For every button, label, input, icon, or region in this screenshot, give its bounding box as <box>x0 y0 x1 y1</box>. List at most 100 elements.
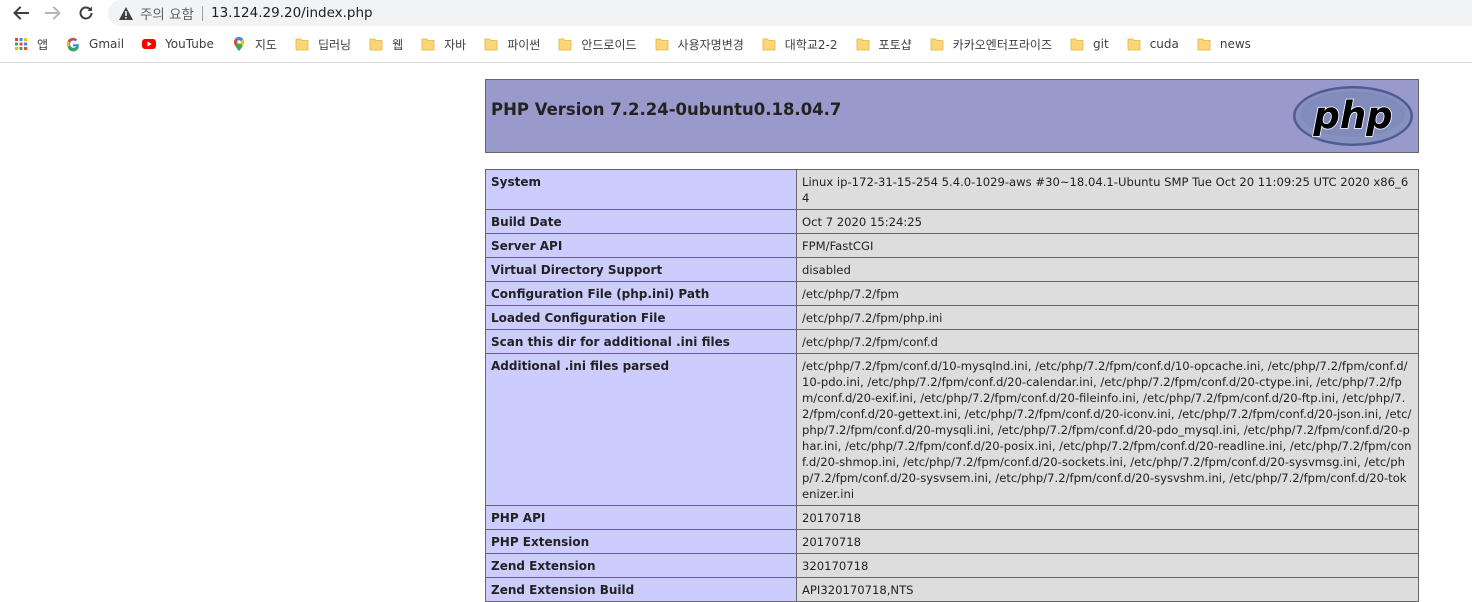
row-value: 20170718 <box>796 505 1419 530</box>
bookmark-label: 파이썬 <box>507 37 541 52</box>
forward-button[interactable] <box>42 2 64 24</box>
row-key: Virtual Directory Support <box>485 257 797 282</box>
browser-toolbar: 주의 요함 13.124.29.20/index.php <box>0 0 1472 26</box>
row-value: /etc/php/7.2/fpm/conf.d/10-mysqlnd.ini, … <box>796 353 1419 506</box>
bookmark-label: git <box>1093 37 1109 51</box>
folder-icon <box>294 36 310 52</box>
bookmark-label: 안드로이드 <box>581 37 637 52</box>
bookmark-label: 웹 <box>392 37 404 52</box>
bookmark-gmail[interactable]: Gmail <box>65 32 124 56</box>
folder-icon <box>420 36 436 52</box>
bookmark-maps[interactable]: 지도 <box>231 32 277 56</box>
warning-icon[interactable] <box>118 5 134 21</box>
bookmark-folder[interactable]: git <box>1069 32 1109 56</box>
bookmark-label: 딥러닝 <box>317 37 352 52</box>
row-key: Zend Extension Build <box>485 577 797 602</box>
arrow-right-icon <box>45 6 61 20</box>
row-key: Zend Extension <box>485 553 797 578</box>
table-row: System Linux ip-172-31-15-254 5.4.0-1029… <box>485 169 1419 210</box>
bookmark-youtube[interactable]: YouTube <box>141 32 214 56</box>
security-status-text[interactable]: 주의 요함 <box>140 3 194 23</box>
back-button[interactable] <box>10 2 32 24</box>
row-key: Scan this dir for additional .ini files <box>485 329 797 354</box>
bookmark-folder[interactable]: 웹 <box>368 32 403 56</box>
bookmark-folder[interactable]: 파이썬 <box>483 32 540 56</box>
folder-icon <box>929 36 945 52</box>
page-title: PHP Version 7.2.24-0ubuntu0.18.04.7 <box>491 100 842 119</box>
chrome-divider <box>0 62 1472 63</box>
table-row: Zend Extension Build API320170718,NTS <box>485 577 1419 602</box>
bookmark-folder[interactable]: cuda <box>1126 32 1179 56</box>
row-value: /etc/php/7.2/fpm <box>796 281 1419 306</box>
url-text[interactable]: 13.124.29.20/index.php <box>211 5 373 21</box>
php-version-header: PHP Version 7.2.24-0ubuntu0.18.04.7 php <box>485 79 1419 153</box>
row-value: Oct 7 2020 15:24:25 <box>796 209 1419 234</box>
folder-icon <box>855 36 871 52</box>
row-value: /etc/php/7.2/fpm/php.ini <box>796 305 1419 330</box>
bookmark-folder[interactable]: 자바 <box>420 32 466 56</box>
row-key: Build Date <box>485 209 797 234</box>
arrow-left-icon <box>13 6 29 20</box>
php-logo-text: php <box>1312 94 1392 137</box>
google-icon <box>65 36 81 52</box>
address-bar[interactable]: 주의 요함 13.124.29.20/index.php <box>108 0 1472 26</box>
folder-icon <box>368 36 384 52</box>
table-row: Additional .ini files parsed /etc/php/7.… <box>485 353 1419 506</box>
table-row: PHP API 20170718 <box>485 505 1419 530</box>
bookmark-label: 앱 <box>37 37 49 52</box>
bookmark-label: 사용자명변경 <box>677 37 744 52</box>
table-row: Zend Extension 320170718 <box>485 553 1419 578</box>
row-key: PHP API <box>485 505 797 530</box>
apps-grid-icon <box>13 36 29 52</box>
bookmark-label: 카카오엔터프라이즈 <box>952 37 1053 52</box>
bookmark-label: news <box>1219 37 1251 51</box>
youtube-icon <box>141 36 157 52</box>
bookmark-folder[interactable]: 포토샵 <box>855 32 912 56</box>
table-row: Virtual Directory Support disabled <box>485 257 1419 282</box>
bookmark-label: 포토샵 <box>878 37 912 52</box>
row-value: FPM/FastCGI <box>796 233 1419 258</box>
reload-button[interactable] <box>75 2 97 24</box>
bookmark-label: YouTube <box>165 37 214 51</box>
folder-icon <box>483 36 499 52</box>
folder-icon <box>761 36 777 52</box>
table-row: Build Date Oct 7 2020 15:24:25 <box>485 209 1419 234</box>
table-row: Server API FPM/FastCGI <box>485 233 1419 258</box>
table-row: Configuration File (php.ini) Path /etc/p… <box>485 281 1419 306</box>
row-key: Server API <box>485 233 797 258</box>
table-row: Scan this dir for additional .ini files … <box>485 329 1419 354</box>
bookmark-label: 대학교2-2 <box>784 37 838 52</box>
table-row: PHP Extension 20170718 <box>485 529 1419 554</box>
bookmark-folder[interactable]: 안드로이드 <box>557 32 637 56</box>
folder-icon <box>1126 36 1142 52</box>
row-value: Linux ip-172-31-15-254 5.4.0-1029-aws #3… <box>796 169 1419 210</box>
row-value: 20170718 <box>796 529 1419 554</box>
row-value: 320170718 <box>796 553 1419 578</box>
table-row: Loaded Configuration File /etc/php/7.2/f… <box>485 305 1419 330</box>
bookmark-folder[interactable]: news <box>1196 32 1251 56</box>
bookmark-label: 지도 <box>254 37 277 52</box>
row-value: /etc/php/7.2/fpm/conf.d <box>796 329 1419 354</box>
row-value: API320170718,NTS <box>796 577 1419 602</box>
bookmark-label: cuda <box>1149 37 1179 51</box>
php-logo[interactable]: php <box>1292 85 1414 147</box>
row-key: Additional .ini files parsed <box>485 353 797 506</box>
bookmarks-bar: 앱 Gmail YouTube 지도 딥러닝 웹 자바 파이썬 안드로이드 사용… <box>0 30 1472 58</box>
bookmark-label: 자바 <box>444 37 467 52</box>
row-key: PHP Extension <box>485 529 797 554</box>
row-value: disabled <box>796 257 1419 282</box>
maps-pin-icon <box>231 36 247 52</box>
bookmark-folder[interactable]: 사용자명변경 <box>654 32 744 56</box>
bookmark-folder[interactable]: 대학교2-2 <box>761 32 838 56</box>
row-key: System <box>485 169 797 210</box>
row-key: Configuration File (php.ini) Path <box>485 281 797 306</box>
bookmark-folder[interactable]: 딥러닝 <box>294 32 351 56</box>
bookmark-apps[interactable]: 앱 <box>13 32 48 56</box>
bookmark-label: Gmail <box>89 37 125 51</box>
folder-icon <box>1069 36 1085 52</box>
folder-icon <box>557 36 573 52</box>
folder-icon <box>1196 36 1212 52</box>
php-info-table: System Linux ip-172-31-15-254 5.4.0-1029… <box>485 169 1419 602</box>
row-key: Loaded Configuration File <box>485 305 797 330</box>
bookmark-folder[interactable]: 카카오엔터프라이즈 <box>929 32 1052 56</box>
